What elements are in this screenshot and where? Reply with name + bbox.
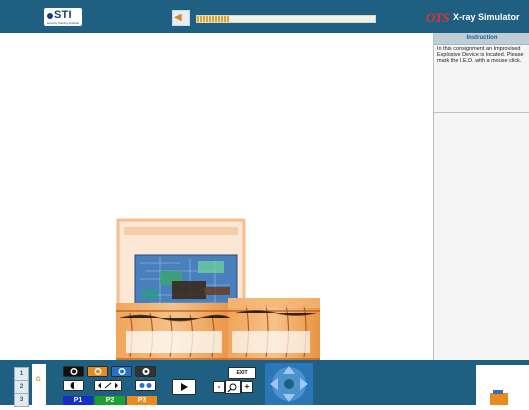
preset-p3-button[interactable]: P3 [127,396,157,405]
high-penetration-icon [136,367,155,376]
progress-bar [196,15,376,23]
edge-enhance-icon [95,381,121,390]
edge-enhance-button[interactable] [94,380,122,391]
logo-dot-icon [47,13,53,19]
inorganic-icon [112,367,131,376]
logo-text: STI [54,9,72,21]
logo-subtext: security training institute [47,21,80,25]
panel-divider [434,112,529,113]
xray-viewer[interactable] [0,33,433,360]
xray-image[interactable] [0,33,433,360]
play-icon [181,383,188,391]
inorganic-button[interactable] [111,366,132,377]
play-button[interactable] [172,379,196,395]
organic-icon [88,367,107,376]
bag-thumbnail[interactable] [476,365,529,405]
zoom-out-button[interactable]: - [213,381,225,393]
preset-p2-button[interactable]: P2 [95,396,125,405]
organic-button[interactable] [87,366,108,377]
high-penetration-button[interactable] [135,366,156,377]
zoom-icon [225,380,241,394]
preset-p1-button[interactable]: P1 [63,396,93,405]
panel-heading: Instruction [434,33,529,45]
sti-logo: STI security training institute [44,8,82,26]
color-mode-button[interactable] [63,366,84,377]
bag-marker: G [36,377,41,383]
top-bar: STI security training institute ◀ OTS X-… [0,0,529,33]
bag-thumbnail-image [490,390,508,405]
exit-button[interactable]: EXIT [228,367,256,379]
black-white-icon [64,381,83,390]
bag-tab-2[interactable]: 2 [14,380,29,394]
color-mode-icon [64,367,83,376]
super-enhance-icon [136,381,155,390]
ots-brand-logo: OTS [426,10,450,25]
instruction-text: In this consignment an Improvised Explos… [437,46,524,64]
exit-door-icon[interactable]: ◀ [172,10,190,26]
bag-tab-1[interactable]: 1 [14,367,29,381]
super-enhance-button[interactable] [135,380,156,391]
progress-fill [197,16,230,22]
navigation-pad[interactable] [265,363,313,405]
bag-indicator-strip [32,364,46,405]
instruction-panel: Instruction In this consignment an Impro… [433,33,529,360]
black-white-button[interactable] [63,380,84,391]
app-title: X-ray Simulator [453,12,520,22]
zoom-in-button[interactable]: + [241,381,253,393]
